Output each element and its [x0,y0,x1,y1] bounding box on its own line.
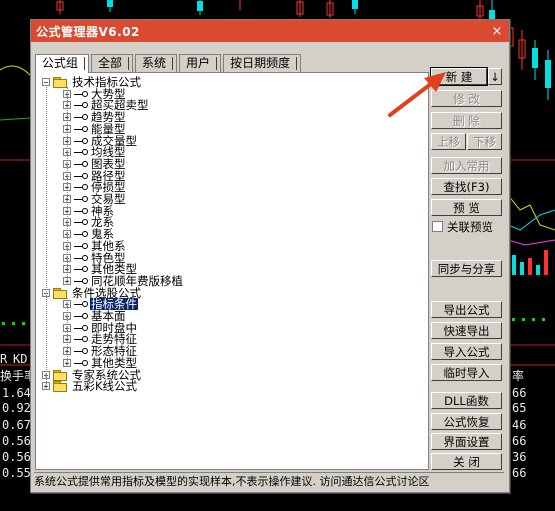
formula-key-icon [74,324,88,332]
formula-key-icon [74,312,88,320]
formula-key-icon [74,160,88,168]
formula-key-icon [74,101,88,109]
formula-key-icon [74,218,88,226]
temp-import-button[interactable]: 临时导入 [431,364,502,381]
formula-key-icon [74,335,88,343]
formula-manager-dialog: 公式管理器V6.02 × 公式组 全部 系统 用户 按日期频度 − 技术指标公式 +… [30,19,510,493]
close-icon[interactable]: × [490,24,504,39]
tab-user[interactable]: 用户 [179,54,222,72]
folder-icon [53,381,67,393]
formula-key-icon [74,125,88,133]
dll-function-button[interactable]: DLL函数 [431,392,502,409]
formula-key-icon [74,347,88,355]
import-formula-button[interactable]: 导入公式 [431,343,502,360]
formula-key-icon [74,195,88,203]
bg-label-kd: KD [13,352,28,366]
tree-connector [67,297,68,363]
tree-connector [67,87,68,281]
formula-key-icon [74,254,88,262]
folder-icon [53,77,67,88]
tree-item-label: 能量型 [91,121,126,136]
tree-item[interactable]: + 能量型 [63,123,127,135]
edit-button[interactable]: 修 改 [431,90,502,107]
bg-right-value-3: 46 [512,418,527,432]
move-down-button[interactable]: 下移 [467,133,502,150]
tree-group[interactable]: + 五彩K线公式 [42,379,138,394]
bg-right-value-4: 66 [512,434,527,448]
bg-value-6: 0.55 [2,466,31,480]
collapse-icon[interactable]: − [42,78,50,87]
tree-item[interactable]: + 其他类型 [63,357,138,369]
move-up-button[interactable]: 上移 [431,133,466,150]
formula-key-icon [74,137,88,145]
formula-key-icon [74,265,88,273]
formula-key-icon [74,242,88,250]
tab-system[interactable]: 系统 [135,54,178,72]
bg-label-r: R [0,352,8,366]
tab-formula-group[interactable]: 公式组 [35,54,90,73]
formula-restore-button[interactable]: 公式恢复 [431,413,502,430]
bg-value-4: 0.56 [2,434,31,448]
bg-right-value-6: 66 [512,466,527,480]
formula-key-icon [74,300,88,308]
formula-key-icon [74,90,88,98]
formula-key-icon [74,183,88,191]
title-bar[interactable]: 公式管理器V6.02 × [31,20,509,42]
bg-right-value-2: 65 [512,401,527,415]
new-dropdown-button[interactable]: ↓ [488,68,502,85]
formula-key-icon [74,113,88,121]
quick-export-button[interactable]: 快速导出 [431,322,502,339]
formula-key-icon [74,277,88,285]
bg-right-value-1: 66 [512,386,527,400]
export-formula-button[interactable]: 导出公式 [431,301,502,318]
formula-key-icon [74,230,88,238]
bg-value-2: 0.92 [2,401,31,415]
tree-item[interactable]: + 其他系 [63,240,127,252]
close-button[interactable]: 关 闭 [431,453,502,470]
folder-icon [53,369,67,381]
bg-value-5: 0.56 [2,450,31,464]
bg-value-3: 0.67 [2,418,31,432]
bg-right-label: 率 [512,369,525,383]
bg-value-1: 1.64 [2,386,31,400]
dialog-title: 公式管理器V6.02 [36,24,140,39]
preview-button[interactable]: 预 览 [431,199,502,216]
formula-tree[interactable]: − 技术指标公式 + 大势型 + 超买超卖型 + 趋势型 + 能量型 + 成交量型 + 均线型 + 图表型 + 路… [35,72,429,470]
delete-button[interactable]: 删 除 [431,112,502,129]
formula-key-icon [74,359,88,367]
find-button[interactable]: 查找(F3) [431,178,502,195]
tab-bar: 公式组 全部 系统 用户 按日期频度 [35,54,303,73]
formula-key-icon [74,148,88,156]
tab-by-date-frequency[interactable]: 按日期频度 [223,54,302,72]
tree-item-label: 其他系 [91,238,126,253]
tree-group-label: 五彩K线公式 [72,379,138,394]
linked-preview-checkbox[interactable] [432,221,443,232]
sync-share-button[interactable]: 同步与分享 [431,260,502,277]
tab-all[interactable]: 全部 [91,54,134,72]
formula-key-icon [74,207,88,215]
ui-settings-button[interactable]: 界面设置 [431,433,502,450]
add-to-common-button[interactable]: 加入常用 [431,157,502,174]
new-button[interactable]: 新 建 [430,67,488,86]
tree-item-label: 其他类型 [91,355,137,370]
bg-right-value-5: 36 [512,450,527,464]
tree-root-connector [46,87,47,387]
formula-key-icon [74,172,88,180]
linked-preview-label: 关联预览 [447,220,493,234]
status-bar: 系统公式提供常用指标及模型的实现样本,不表示操作建议. 访问通达信公式讨论区 [34,472,504,489]
folder-icon [53,287,67,299]
